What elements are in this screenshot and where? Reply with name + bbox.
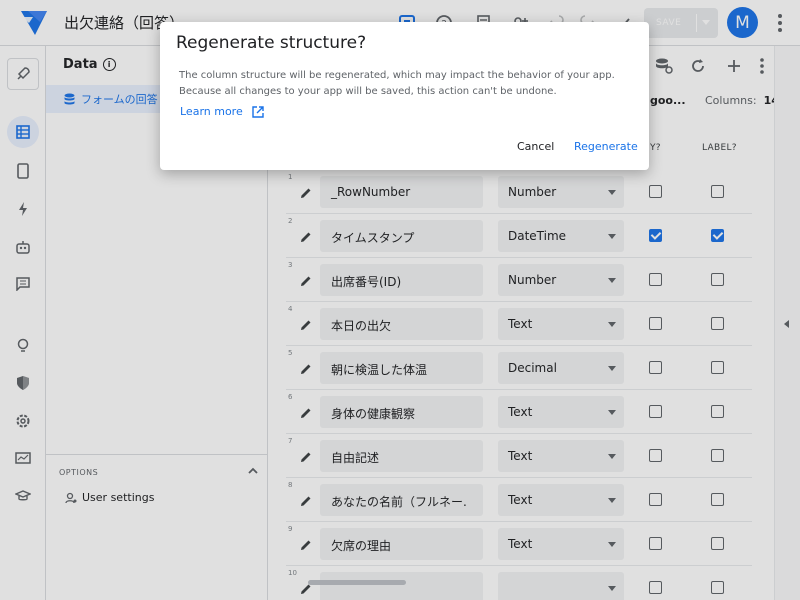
regenerate-button[interactable]: Regenerate (574, 140, 638, 153)
dialog-body-line-1: The column structure will be regenerated… (179, 70, 615, 81)
cancel-button[interactable]: Cancel (517, 140, 554, 153)
regenerate-dialog: Regenerate structure? The column structu… (160, 22, 649, 170)
learn-more-label: Learn more (180, 105, 243, 118)
dialog-body: The column structure will be regenerated… (179, 68, 641, 100)
learn-more-link[interactable]: Learn more (180, 105, 264, 118)
dialog-body-line-2: Because all changes to your app will be … (179, 86, 557, 97)
external-link-icon (252, 105, 264, 118)
dialog-title: Regenerate structure? (176, 33, 367, 53)
